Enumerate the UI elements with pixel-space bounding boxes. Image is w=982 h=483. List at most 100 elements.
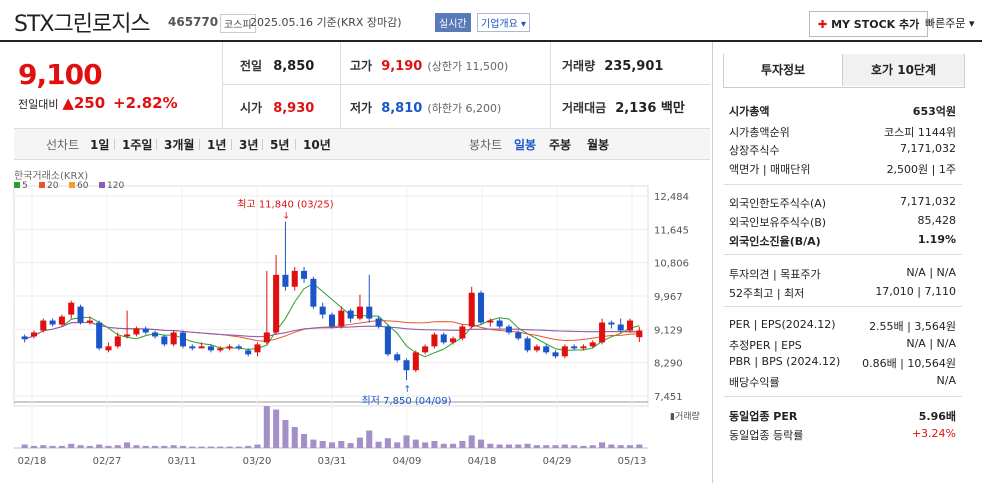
volume-bar <box>515 444 522 448</box>
candle-body <box>496 320 503 327</box>
volume-bar <box>105 445 112 448</box>
period-0[interactable]: 1일 <box>90 136 109 153</box>
info-foreign_limit-value: 7,171,032 <box>900 195 956 208</box>
candle-body <box>86 320 93 323</box>
candle-body <box>263 332 270 343</box>
volume-bar <box>77 445 84 448</box>
candle-body <box>505 326 512 333</box>
volume-bar <box>170 445 177 448</box>
candle-body <box>468 292 475 327</box>
volume: 거래량 235,901 <box>562 59 664 74</box>
volume-bar <box>310 439 317 448</box>
volume-bar <box>152 445 159 448</box>
volume-bar <box>133 445 140 448</box>
candle-body <box>477 292 485 323</box>
info-foreign_limit-label: 외국인한도주식수(A) <box>729 197 827 210</box>
candle-period-2[interactable]: 월봉 <box>587 136 609 153</box>
period-2[interactable]: 3개월 <box>164 136 194 153</box>
tab-hoga[interactable]: 호가 10단계 <box>842 54 964 86</box>
candle-body <box>319 306 326 315</box>
mystock-add-button[interactable]: ✚ MY STOCK 추가 <box>809 11 929 37</box>
y-tick-label: 9,129 <box>654 325 683 336</box>
volume-bar <box>235 446 242 448</box>
info-per-value: 2.55배 | 3,564원 <box>869 320 956 333</box>
legend-label: 20 <box>47 181 59 191</box>
max-annotation: 최고 11,840 (03/25) <box>237 199 333 211</box>
candle-body <box>245 350 252 355</box>
x-tick-label: 02/27 <box>93 456 122 467</box>
volume-bar <box>505 444 512 448</box>
info-est_per-label: 추정PER | EPS <box>729 339 802 352</box>
candle-body <box>356 306 363 319</box>
volume-bar <box>217 446 224 448</box>
volume-bar <box>291 427 298 448</box>
open-price: 시가 8,930 <box>240 101 315 116</box>
volume-bar <box>245 445 252 448</box>
candle-body <box>617 324 624 331</box>
period-5[interactable]: 5년 <box>270 136 289 153</box>
volume-bar <box>608 444 615 448</box>
volume-bar <box>49 445 56 448</box>
candle-body <box>152 332 159 337</box>
x-tick-label: 04/09 <box>393 456 422 467</box>
candle-period-0[interactable]: 일봉 <box>514 136 536 153</box>
realtime-tag[interactable]: 실시간 <box>435 13 471 32</box>
candle-body <box>580 346 587 349</box>
volume-bar <box>375 441 382 448</box>
max-arrow-icon: ↓ <box>282 212 290 222</box>
candle-body <box>375 318 382 327</box>
info-pbr-label: PBR | BPS (2024.12) <box>729 355 841 368</box>
volume-bar <box>30 445 37 448</box>
volume-bar <box>636 444 643 448</box>
price-chart: 한국거래소(KRX)5 20 60 12012,48411,64510,8069,96… <box>13 170 700 467</box>
candle-body <box>226 346 233 349</box>
quick-order-link[interactable]: 빠른주문 ▾ <box>925 15 975 31</box>
x-tick-label: 03/31 <box>318 456 347 467</box>
volume-label: ▮거래량 <box>670 410 700 422</box>
candle-body <box>49 320 56 325</box>
candle-body <box>142 328 149 333</box>
candle-body <box>170 332 177 345</box>
volume-bar <box>468 435 475 448</box>
info-foreign_hold-label: 외국인보유주식수(B) <box>729 216 827 229</box>
volume-bar <box>86 445 93 448</box>
info-face-label: 액면가 | 매매단위 <box>729 163 811 176</box>
period-1[interactable]: 1주일 <box>122 136 152 153</box>
period-3[interactable]: 1년 <box>207 136 226 153</box>
period-6[interactable]: 10년 <box>303 136 331 153</box>
candle-body <box>328 314 336 327</box>
legend-label: 5 <box>22 181 28 191</box>
volume-bar <box>347 443 354 448</box>
company-info-button[interactable]: 기업개요 ▾ <box>477 13 531 32</box>
volume-bar <box>384 438 391 448</box>
volume-bar <box>440 443 447 448</box>
candle-body <box>301 270 308 279</box>
legend-swatch <box>39 182 45 188</box>
candle-body <box>515 332 522 339</box>
volume-bar <box>319 441 326 448</box>
candle-body <box>40 320 47 331</box>
volume-bar <box>328 442 336 448</box>
chevron-down-icon: ▾ <box>521 19 527 30</box>
info-opinion-value: N/A | N/A <box>906 266 956 279</box>
candle-body <box>589 342 596 347</box>
tab-investment-info[interactable]: 투자정보 <box>724 54 842 86</box>
candle-body <box>161 336 168 345</box>
info-foreign_hold-value: 85,428 <box>917 214 957 227</box>
volume-bar <box>273 409 280 448</box>
legend-label: 60 <box>77 181 89 191</box>
candle-body <box>524 338 531 351</box>
period-4[interactable]: 3년 <box>239 136 258 153</box>
volume-bar <box>68 443 75 448</box>
info-shares-value: 7,171,032 <box>900 142 956 155</box>
volume-bar <box>58 445 65 448</box>
candle-body <box>114 336 121 347</box>
x-tick-label: 03/11 <box>168 456 197 467</box>
x-tick-label: 02/18 <box>18 456 47 467</box>
volume-bar <box>179 445 187 448</box>
volume-bar <box>524 443 531 448</box>
candle-body <box>636 330 643 338</box>
info-dividend-label: 배당수익률 <box>729 376 780 389</box>
volume-bar <box>496 444 503 448</box>
candle-period-1[interactable]: 주봉 <box>549 136 571 153</box>
